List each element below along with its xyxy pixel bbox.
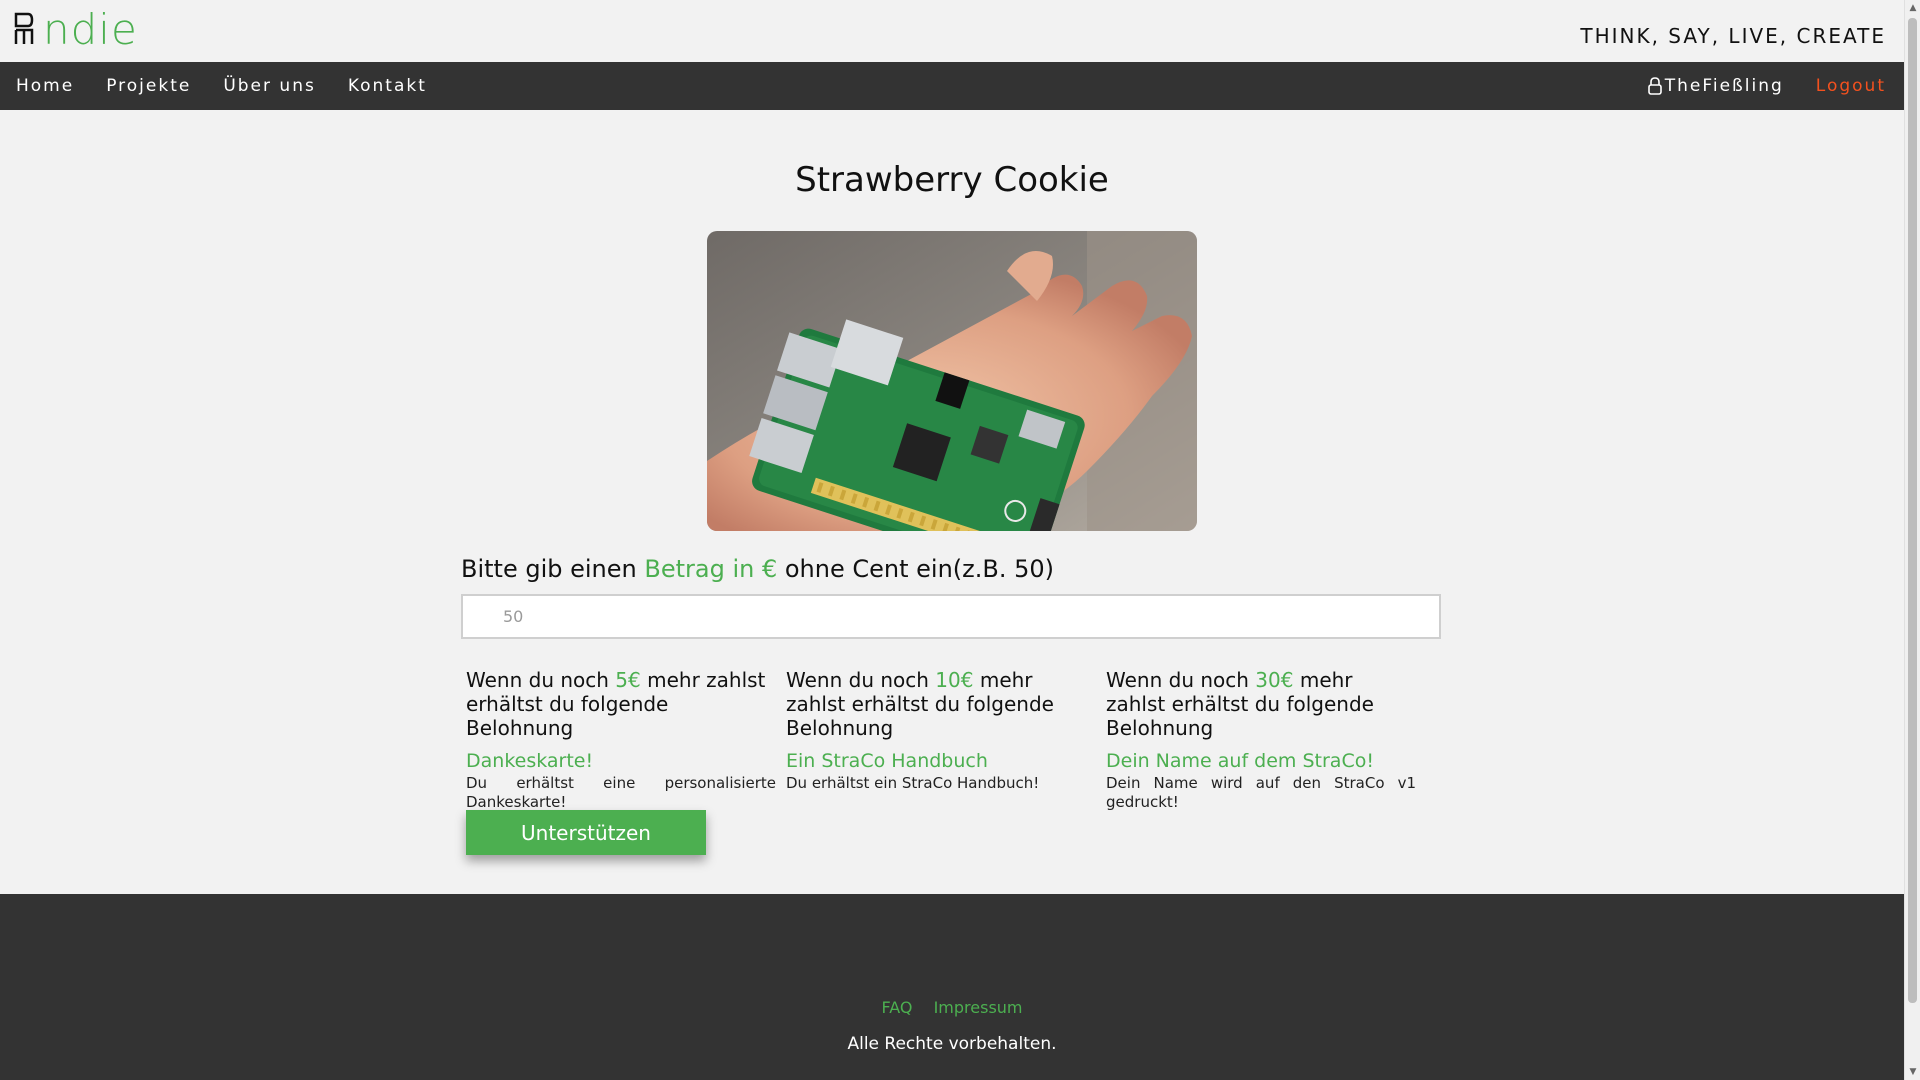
prompt-highlight: Betrag in €	[644, 555, 778, 583]
nav-projects-link[interactable]: Projekte	[106, 76, 191, 96]
page-scrollbar[interactable]: ▲ ▼	[1904, 0, 1920, 1080]
footer-links: FAQ Impressum	[0, 998, 1904, 1017]
nav-about-link[interactable]: Über uns	[223, 76, 316, 96]
logo[interactable]: ndie	[14, 5, 138, 54]
nav-bar: Home Projekte Über uns Kontakt TheFießli…	[0, 62, 1904, 110]
scrollbar-thumb[interactable]	[1908, 18, 1917, 1003]
nav-home-link[interactable]: Home	[16, 76, 74, 96]
amount-input[interactable]	[461, 594, 1441, 639]
reward-condition: Wenn du noch 5€ mehr zahlst erhältst du …	[466, 668, 776, 740]
footer: FAQ Impressum Alle Rechte vorbehalten.	[0, 894, 1904, 1080]
reward-condition-start: Wenn du noch	[786, 668, 936, 692]
page: ndie THINK, SAY, LIVE, CREATE Home Proje…	[0, 0, 1904, 1080]
reward-amount: 10€	[935, 668, 974, 692]
reward-description: Du erhältst ein StraCo Handbuch!	[786, 774, 1040, 792]
user-name: TheFießling	[1664, 76, 1784, 96]
reward-amount: 30€	[1255, 668, 1294, 692]
scroll-down-icon[interactable]: ▼	[1905, 1064, 1920, 1080]
reward-condition-start: Wenn du noch	[1106, 668, 1256, 692]
reward-item: Wenn du noch 10€ mehr zahlst erhältst du…	[786, 668, 1096, 812]
tagline: THINK, SAY, LIVE, CREATE	[1580, 24, 1886, 48]
main-content: Strawberry Cookie Bitte gib einen Betrag…	[0, 110, 1904, 894]
header: ndie THINK, SAY, LIVE, CREATE	[0, 0, 1904, 62]
amount-prompt: Bitte gib einen Betrag in € ohne Cent ei…	[461, 555, 1054, 583]
nav-menu: Home Projekte Über uns Kontakt	[16, 62, 427, 110]
footer-faq-link[interactable]: FAQ	[881, 998, 912, 1017]
reward-condition: Wenn du noch 30€ mehr zahlst erhältst du…	[1106, 668, 1416, 740]
copyright-text: Alle Rechte vorbehalten.	[847, 1034, 1057, 1054]
reward-title: Dein Name auf dem StraCo!	[1106, 750, 1374, 772]
reward-condition: Wenn du noch 10€ mehr zahlst erhältst du…	[786, 668, 1096, 740]
prompt-text-start: Bitte gib einen	[461, 555, 645, 583]
prompt-text-end: ohne Cent ein(z.B. 50)	[777, 555, 1054, 583]
reward-amount: 5€	[615, 668, 641, 692]
rewards-list: Wenn du noch 5€ mehr zahlst erhältst du …	[466, 668, 1426, 812]
raspberry-pi-photo-icon	[707, 231, 1197, 531]
reward-item: Wenn du noch 5€ mehr zahlst erhältst du …	[466, 668, 776, 812]
nav-account: TheFießling Logout	[1647, 62, 1886, 110]
reward-condition-start: Wenn du noch	[466, 668, 616, 692]
support-button[interactable]: Unterstützen	[466, 810, 706, 855]
logo-mark-icon	[14, 12, 34, 44]
footer-impressum-link[interactable]: Impressum	[934, 998, 1023, 1017]
user-account-link[interactable]: TheFießling	[1647, 76, 1784, 96]
reward-description: Dein Name wird auf den StraCo v1 gedruck…	[1106, 774, 1416, 811]
logout-link[interactable]: Logout	[1816, 76, 1886, 96]
reward-title: Dankeskarte!	[466, 750, 594, 772]
reward-description: Du erhältst eine personalisierte Dankesk…	[466, 774, 776, 811]
reward-title: Ein StraCo Handbuch	[786, 750, 988, 772]
reward-item: Wenn du noch 30€ mehr zahlst erhältst du…	[1106, 668, 1416, 812]
project-image	[707, 231, 1197, 531]
logo-text: ndie	[43, 5, 138, 54]
project-title: Strawberry Cookie	[795, 160, 1109, 200]
scroll-up-icon[interactable]: ▲	[1905, 0, 1920, 16]
nav-contact-link[interactable]: Kontakt	[348, 76, 427, 96]
user-icon	[1647, 77, 1662, 95]
